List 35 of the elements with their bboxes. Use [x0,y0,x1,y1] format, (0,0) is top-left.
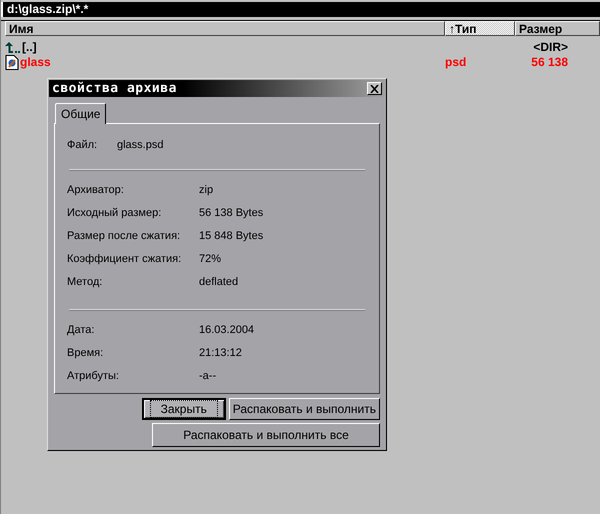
property-value: -a-- [199,369,216,384]
dialog-button[interactable]: Закрыть [142,398,226,420]
close-button[interactable] [367,82,382,95]
path-bar: d:\glass.zip\*.* [1,2,600,17]
file-size: <DIR> [533,40,568,54]
property-label: Файл: [67,138,98,153]
property-label: Время: [67,346,104,361]
up-arrow-icon [5,42,21,54]
dialog-button[interactable]: Распаковать и выполнить все [152,423,380,447]
property-value: glass.psd [117,138,164,153]
property-label: Коэффициент сжатия: [67,252,182,267]
file-type: psd [445,55,466,69]
property-value: deflated [199,275,238,290]
property-label: Метод: [67,275,104,290]
property-value: zip [199,183,214,198]
column-header[interactable]: ↑Тип [445,21,515,36]
close-icon [370,84,379,92]
property-label: Архиватор: [67,183,125,198]
tab[interactable]: Общие [55,103,106,124]
file-size: 56 138 [531,55,568,69]
property-label: Размер после сжатия: [67,229,182,244]
column-header[interactable]: Размер [515,21,600,36]
property-value: 15 848 Bytes [199,229,264,244]
dialog-title: свойства архива [52,81,177,96]
file-name[interactable]: [..] [22,40,37,55]
property-value: 72% [199,252,222,267]
property-value: 56 138 Bytes [199,206,264,221]
property-value: 21:13:12 [199,346,242,361]
dialog-button[interactable]: Распаковать и выполнить [228,398,380,420]
file-icon [5,55,19,70]
property-label: Атрибуты: [67,369,120,384]
property-value: 16.03.2004 [199,323,254,338]
column-header[interactable]: Имя [5,21,445,36]
property-label: Исходный размер: [67,206,162,221]
property-label: Дата: [67,323,96,338]
